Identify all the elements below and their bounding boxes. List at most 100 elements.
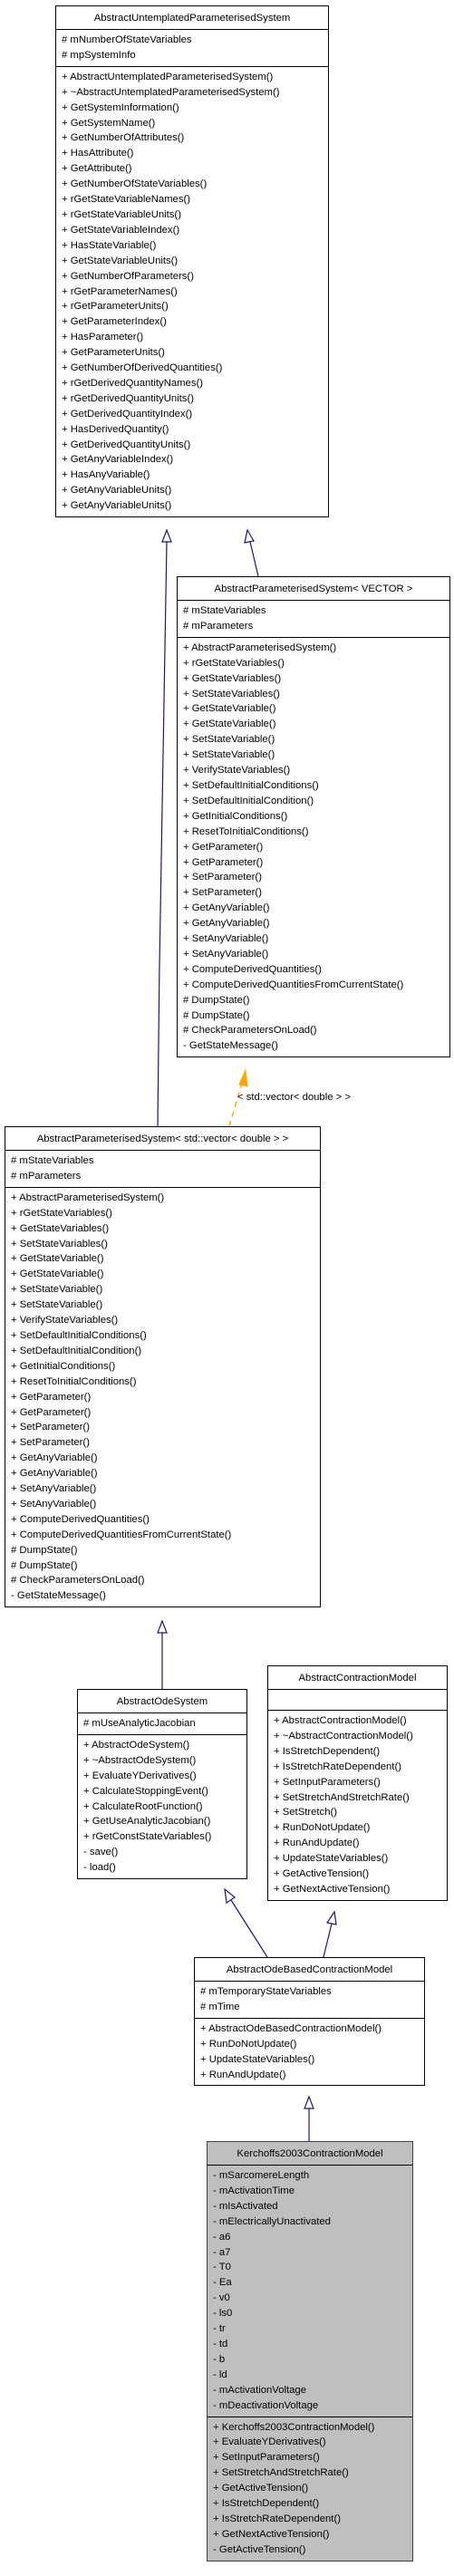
- method[interactable]: + EvaluateYDerivatives(): [83, 1769, 246, 1784]
- class-abstract-parameterised-system-std-vector-double[interactable]: AbstractParameterisedSystem< std::vector…: [5, 1126, 321, 1608]
- method[interactable]: + GetActiveTension(): [213, 2481, 412, 2496]
- method[interactable]: + CalculateRootFunction(): [83, 1799, 246, 1815]
- method[interactable]: + SetInputParameters(): [274, 1775, 447, 1790]
- method[interactable]: + AbstractParameterisedSystem(): [183, 641, 449, 656]
- method[interactable]: # DumpState(): [11, 1558, 320, 1574]
- method[interactable]: + AbstractOdeBasedContractionModel(): [200, 2021, 424, 2037]
- method[interactable]: + GetStateVariable(): [183, 701, 449, 717]
- method[interactable]: + GetParameter(): [11, 1390, 320, 1405]
- method[interactable]: + GetAnyVariableUnits(): [62, 498, 328, 514]
- method[interactable]: + IsStretchDependent(): [213, 2496, 412, 2512]
- method[interactable]: + GetStateVariableUnits(): [62, 254, 328, 269]
- method[interactable]: + ComputeDerivedQuantitiesFromCurrentSta…: [11, 1528, 320, 1543]
- method[interactable]: + SetAnyVariable(): [11, 1497, 320, 1512]
- method[interactable]: + GetActiveTension(): [274, 1867, 447, 1882]
- method[interactable]: + GetParameter(): [11, 1405, 320, 1421]
- method[interactable]: + IsStretchRateDependent(): [274, 1760, 447, 1775]
- method[interactable]: + SetDefaultInitialCondition(): [183, 794, 449, 809]
- method[interactable]: + SetStateVariables(): [183, 687, 449, 702]
- class-abstract-untemplated-parameterised-system[interactable]: AbstractUntemplatedParameterisedSystem # …: [55, 5, 329, 518]
- method[interactable]: + rGetStateVariableUnits(): [62, 207, 328, 223]
- method[interactable]: + SetAnyVariable(): [183, 947, 449, 962]
- method[interactable]: + UpdateStateVariables(): [274, 1851, 447, 1867]
- method[interactable]: + GetStateVariables(): [11, 1221, 320, 1237]
- method[interactable]: + SetDefaultInitialConditions(): [183, 778, 449, 794]
- method[interactable]: + HasAnyVariable(): [62, 468, 328, 483]
- method[interactable]: + RunDoNotUpdate(): [274, 1820, 447, 1836]
- method[interactable]: + SetStretchAndStretchRate(): [274, 1790, 447, 1806]
- class-abstract-ode-based-contraction-model[interactable]: AbstractOdeBasedContractionModel # mTempo…: [194, 1957, 425, 2087]
- method[interactable]: - GetStateMessage(): [11, 1588, 320, 1604]
- method[interactable]: + GetNextActiveTension(): [213, 2527, 412, 2542]
- method[interactable]: - GetActiveTension(): [213, 2542, 412, 2558]
- method[interactable]: + ComputeDerivedQuantitiesFromCurrentSta…: [183, 978, 449, 993]
- method[interactable]: + GetNumberOfParameters(): [62, 269, 328, 285]
- method[interactable]: + GetUseAnalyticJacobian(): [83, 1814, 246, 1829]
- method[interactable]: + SetDefaultInitialConditions(): [11, 1328, 320, 1344]
- method[interactable]: + GetAnyVariable(): [183, 916, 449, 931]
- method[interactable]: + EvaluateYDerivatives(): [213, 2435, 412, 2450]
- method[interactable]: + SetInputParameters(): [213, 2450, 412, 2465]
- method[interactable]: + SetParameter(): [183, 885, 449, 901]
- method[interactable]: + SetParameter(): [183, 870, 449, 885]
- method[interactable]: + GetInitialConditions(): [11, 1359, 320, 1375]
- method[interactable]: + ComputeDerivedQuantities(): [11, 1512, 320, 1528]
- method[interactable]: # CheckParametersOnLoad(): [11, 1573, 320, 1588]
- method[interactable]: + SetParameter(): [11, 1420, 320, 1435]
- method[interactable]: + SetStateVariable(): [183, 732, 449, 748]
- method[interactable]: + rGetStateVariables(): [11, 1206, 320, 1221]
- method[interactable]: + GetNextActiveTension(): [274, 1882, 447, 1897]
- class-kerchoffs2003-contraction-model[interactable]: Kerchoffs2003ContractionModel - mSarcomer…: [207, 2141, 413, 2562]
- method[interactable]: - load(): [83, 1860, 246, 1876]
- method[interactable]: + GetAttribute(): [62, 161, 328, 177]
- method[interactable]: + ResetToInitialConditions(): [183, 825, 449, 840]
- method[interactable]: + HasDerivedQuantity(): [62, 422, 328, 438]
- method[interactable]: + GetParameter(): [183, 840, 449, 855]
- method[interactable]: + rGetDerivedQuantityNames(): [62, 376, 328, 391]
- class-abstract-parameterised-system-vector[interactable]: AbstractParameterisedSystem< VECTOR > # m…: [177, 576, 450, 1058]
- method[interactable]: + rGetStateVariableNames(): [62, 192, 328, 207]
- method[interactable]: + ~AbstractUntemplatedParameterisedSyste…: [62, 85, 328, 101]
- method[interactable]: # DumpState(): [183, 1008, 449, 1024]
- method[interactable]: + ~AbstractOdeSystem(): [83, 1753, 246, 1769]
- method[interactable]: + SetDefaultInitialCondition(): [11, 1344, 320, 1359]
- method[interactable]: + ~AbstractContractionModel(): [274, 1729, 447, 1744]
- method[interactable]: + GetDerivedQuantityUnits(): [62, 438, 328, 453]
- method[interactable]: + RunDoNotUpdate(): [200, 2037, 424, 2052]
- class-abstract-contraction-model[interactable]: AbstractContractionModel + AbstractContra…: [267, 1665, 448, 1901]
- method[interactable]: + SetAnyVariable(): [11, 1481, 320, 1497]
- method[interactable]: + rGetStateVariables(): [183, 656, 449, 671]
- method[interactable]: # DumpState(): [11, 1543, 320, 1558]
- method[interactable]: + SetStretchAndStretchRate(): [213, 2465, 412, 2481]
- method[interactable]: + SetStretch(): [274, 1805, 447, 1820]
- method[interactable]: + SetStateVariables(): [11, 1237, 320, 1252]
- method[interactable]: + GetNumberOfStateVariables(): [62, 177, 328, 192]
- method[interactable]: + GetAnyVariable(): [11, 1451, 320, 1466]
- method[interactable]: + IsStretchDependent(): [274, 1744, 447, 1760]
- method[interactable]: + SetStateVariable(): [11, 1298, 320, 1313]
- method[interactable]: + GetNumberOfAttributes(): [62, 130, 328, 146]
- method[interactable]: + HasStateVariable(): [62, 238, 328, 254]
- method[interactable]: + AbstractUntemplatedParameterisedSystem…: [62, 70, 328, 85]
- method[interactable]: - save(): [83, 1845, 246, 1860]
- method[interactable]: + SetStateVariable(): [183, 748, 449, 763]
- method[interactable]: + GetInitialConditions(): [183, 809, 449, 825]
- method[interactable]: + Kerchoffs2003ContractionModel(): [213, 2420, 412, 2436]
- method[interactable]: + GetParameter(): [183, 855, 449, 871]
- method[interactable]: + SetAnyVariable(): [183, 931, 449, 947]
- method[interactable]: + GetDerivedQuantityIndex(): [62, 407, 328, 422]
- method[interactable]: + VerifyStateVariables(): [11, 1313, 320, 1328]
- method[interactable]: + AbstractOdeSystem(): [83, 1738, 246, 1753]
- method[interactable]: + RunAndUpdate(): [274, 1836, 447, 1851]
- method[interactable]: + GetAnyVariable(): [11, 1466, 320, 1481]
- method[interactable]: + GetStateVariables(): [183, 671, 449, 687]
- method[interactable]: + GetParameterUnits(): [62, 345, 328, 361]
- method[interactable]: + ResetToInitialConditions(): [11, 1375, 320, 1390]
- method[interactable]: + rGetDerivedQuantityUnits(): [62, 391, 328, 407]
- method[interactable]: + HasParameter(): [62, 330, 328, 345]
- method[interactable]: + SetParameter(): [11, 1435, 320, 1451]
- method[interactable]: + RunAndUpdate(): [200, 2068, 424, 2083]
- method[interactable]: + CalculateStoppingEvent(): [83, 1784, 246, 1799]
- method[interactable]: + rGetParameterUnits(): [62, 299, 328, 314]
- method[interactable]: + VerifyStateVariables(): [183, 763, 449, 778]
